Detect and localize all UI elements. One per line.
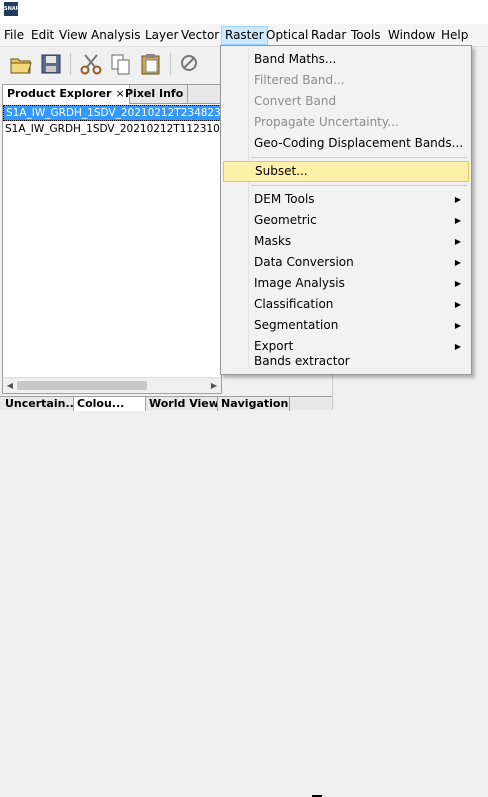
explorer-tabs: Product Explorer × Pixel Info <box>3 85 221 104</box>
menu-item-label: Data Conversion <box>254 255 354 269</box>
submenu-arrow-icon: ▶ <box>454 300 461 309</box>
menu-file[interactable]: File <box>1 26 27 45</box>
tab-uncertainty[interactable]: Uncertain... <box>2 397 74 411</box>
pin-tool-icon[interactable] <box>178 51 204 77</box>
menu-help[interactable]: Help <box>438 26 471 45</box>
menu-item-filtered-band: Filtered Band... <box>254 73 345 87</box>
product-list: S1A_IW_GRDH_1SDV_20210212T234823_20 S1A_… <box>3 105 221 377</box>
menu-item-segmentation[interactable]: Segmentation ▶ <box>223 315 469 336</box>
list-item[interactable]: S1A_IW_GRDH_1SDV_20210212T234823_20 <box>3 105 221 121</box>
menu-item-dem-tools[interactable]: DEM Tools ▶ <box>223 189 469 210</box>
open-product-icon[interactable] <box>8 51 34 77</box>
menu-separator <box>251 157 467 158</box>
tab-navigation[interactable]: Navigation <box>218 397 290 411</box>
menu-item-label: Image Analysis <box>254 276 345 290</box>
horizontal-scrollbar[interactable]: ◀ ▶ <box>3 377 221 393</box>
submenu-arrow-icon: ▶ <box>454 237 461 246</box>
cut-icon[interactable] <box>78 51 104 77</box>
tab-pixel-info[interactable]: Pixel Info <box>121 85 189 104</box>
menu-separator <box>251 185 467 186</box>
copy-icon[interactable] <box>108 51 134 77</box>
bottom-tool-tabs: Uncertain... Colou... World View Navigat… <box>0 396 332 797</box>
submenu-arrow-icon: ▶ <box>454 321 461 330</box>
toolbar-separator <box>70 53 71 75</box>
list-item[interactable]: S1A_IW_GRDH_1SDV_20210212T112310_20 <box>3 121 221 137</box>
menu-item-geo-coding-displacement[interactable]: Geo-Coding Displacement Bands... <box>223 133 469 154</box>
tab-world-view[interactable]: World View <box>146 397 218 411</box>
menu-edit[interactable]: Edit <box>28 26 57 45</box>
tab-colour-manipulation[interactable]: Colou... <box>74 397 146 411</box>
menu-item-label: Segmentation <box>254 318 339 332</box>
menu-item-classification[interactable]: Classification ▶ <box>223 294 469 315</box>
save-product-icon[interactable] <box>38 51 64 77</box>
submenu-arrow-icon: ▶ <box>454 195 461 204</box>
menu-item-image-analysis[interactable]: Image Analysis ▶ <box>223 273 469 294</box>
menu-radar[interactable]: Radar <box>308 26 349 45</box>
menu-item-masks[interactable]: Masks ▶ <box>223 231 469 252</box>
menu-optical[interactable]: Optical <box>263 26 311 45</box>
tab-product-explorer[interactable]: Product Explorer × <box>3 85 130 104</box>
raster-dropdown-menu: Band Maths... Filtered Band... Convert B… <box>220 45 472 375</box>
menu-tools[interactable]: Tools <box>348 26 384 45</box>
scrollbar-thumb[interactable] <box>17 381 147 390</box>
menu-item-label: DEM Tools <box>254 192 315 206</box>
paste-icon[interactable] <box>138 51 164 77</box>
menu-analysis[interactable]: Analysis <box>88 26 143 45</box>
menu-item-geometric[interactable]: Geometric ▶ <box>223 210 469 231</box>
menu-item-propagate-uncertainty: Propagate Uncertainty... <box>254 115 399 129</box>
tab-label: Pixel Info <box>125 87 184 100</box>
menu-raster[interactable]: Raster <box>221 26 268 45</box>
menu-item-bands-extractor[interactable]: Bands extractor <box>223 351 469 372</box>
menu-item-label: Geometric <box>254 213 317 227</box>
submenu-arrow-icon: ▶ <box>454 216 461 225</box>
menu-item-label: Classification <box>254 297 334 311</box>
menu-bar: File Edit View Analysis Layer Vector Ras… <box>0 24 488 46</box>
scroll-left-icon[interactable]: ◀ <box>5 380 15 391</box>
menu-window[interactable]: Window <box>385 26 438 45</box>
menu-layer[interactable]: Layer <box>142 26 181 45</box>
toolbar-separator <box>170 53 171 75</box>
tab-label: Product Explorer <box>7 87 112 100</box>
menu-item-convert-band: Convert Band <box>254 94 337 108</box>
menu-item-data-conversion[interactable]: Data Conversion ▶ <box>223 252 469 273</box>
scroll-right-icon[interactable]: ▶ <box>209 380 219 391</box>
menu-item-subset[interactable]: Subset... <box>223 161 469 182</box>
menu-item-band-maths[interactable]: Band Maths... <box>223 49 469 70</box>
title-bar: SNAP <box>0 0 488 24</box>
menu-vector[interactable]: Vector <box>178 26 222 45</box>
submenu-arrow-icon: ▶ <box>454 258 461 267</box>
menu-item-label: Masks <box>254 234 292 248</box>
product-explorer-panel: Product Explorer × Pixel Info S1A_IW_GRDH… <box>2 84 222 394</box>
submenu-arrow-icon: ▶ <box>454 279 461 288</box>
snap-app-icon: SNAP <box>4 2 19 16</box>
menu-view[interactable]: View <box>56 26 90 45</box>
